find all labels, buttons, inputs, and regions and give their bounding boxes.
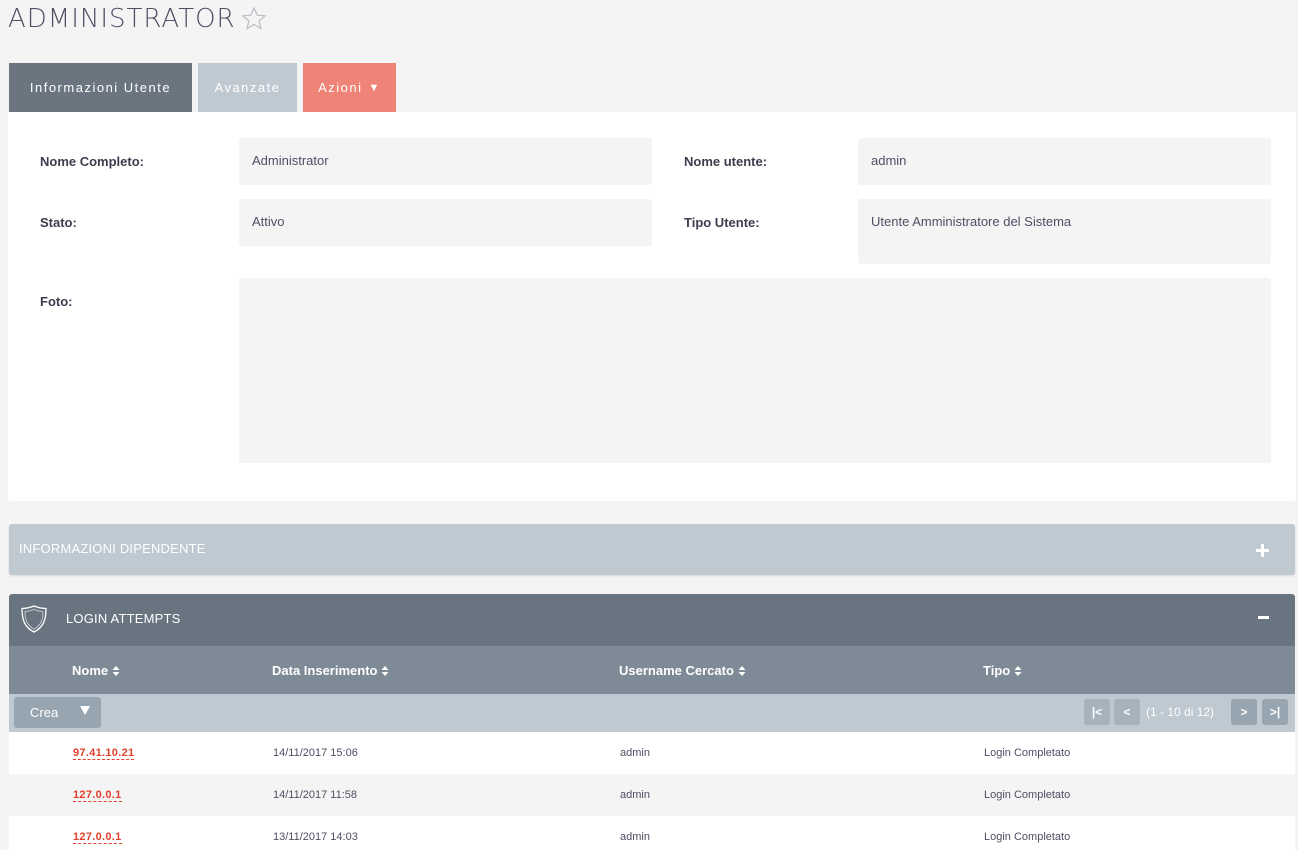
page-header: ADMINISTRATOR	[8, 3, 268, 35]
column-header-username-cercato[interactable]: Username Cercato	[619, 663, 746, 678]
table-header: Nome Data Inserimento Username Cercato T…	[9, 646, 1295, 694]
column-label: Data Inserimento	[272, 663, 378, 678]
status-field[interactable]: Attivo	[239, 199, 652, 246]
pagination-info: (1 - 10 di 12)	[1146, 705, 1215, 719]
previous-page-button[interactable]: <	[1114, 699, 1140, 725]
last-page-button[interactable]: >|	[1262, 699, 1288, 725]
plus-icon[interactable]	[1256, 544, 1269, 557]
employee-info-panel[interactable]: INFORMAZIONI DIPENDENTE	[9, 524, 1295, 575]
shield-icon	[21, 605, 47, 633]
create-label: Crea	[30, 705, 59, 720]
row-type: Login Completato	[984, 789, 1071, 801]
column-header-data-inserimento[interactable]: Data Inserimento	[272, 663, 389, 678]
actions-label: Azioni	[318, 80, 363, 95]
row-date: 14/11/2017 11:58	[273, 789, 358, 801]
row-name-link[interactable]: 97.41.10.21	[73, 747, 135, 760]
minus-icon[interactable]	[1258, 616, 1269, 619]
row-username: admin	[620, 831, 650, 843]
row-date: 14/11/2017 15:06	[273, 747, 358, 759]
next-page-button[interactable]: >	[1231, 699, 1257, 725]
column-header-tipo[interactable]: Tipo	[983, 663, 1022, 678]
row-type: Login Completato	[984, 831, 1071, 843]
full-name-label: Nome Completo:	[40, 154, 144, 169]
login-attempts-title: LOGIN ATTEMPTS	[66, 611, 181, 626]
table-row[interactable]: 127.0.0.1 14/11/2017 11:58 admin Login C…	[9, 774, 1295, 816]
table-row[interactable]: 127.0.0.1 13/11/2017 14:03 admin Login C…	[9, 816, 1295, 850]
sort-icon[interactable]	[381, 665, 389, 676]
photo-label: Foto:	[40, 294, 73, 309]
user-type-field[interactable]: Utente Amministratore del Sistema	[858, 199, 1271, 264]
column-header-nome[interactable]: Nome	[72, 663, 120, 678]
full-name-field[interactable]: Administrator	[239, 138, 652, 185]
row-name-link[interactable]: 127.0.0.1	[73, 789, 122, 802]
sort-icon[interactable]	[1014, 665, 1022, 676]
page-title: ADMINISTRATOR	[8, 4, 236, 34]
user-detail-panel: Nome Completo: Administrator Nome utente…	[8, 112, 1296, 501]
tab-informazioni-utente[interactable]: Informazioni Utente	[9, 63, 192, 112]
actions-dropdown-button[interactable]: Azioni ▼	[303, 63, 396, 112]
status-label: Stato:	[40, 215, 77, 230]
sort-icon[interactable]	[112, 665, 120, 676]
sort-icon[interactable]	[738, 665, 746, 676]
row-date: 13/11/2017 14:03	[273, 831, 358, 843]
subpanel-toolbar: Crea |< < (1 - 10 di 12) > >|	[9, 694, 1295, 732]
login-attempts-header[interactable]: LOGIN ATTEMPTS	[9, 594, 1295, 646]
row-username: admin	[620, 747, 650, 759]
row-type: Login Completato	[984, 747, 1071, 759]
star-icon[interactable]	[240, 5, 268, 33]
create-button[interactable]: Crea	[14, 697, 101, 728]
row-username: admin	[620, 789, 650, 801]
username-field[interactable]: admin	[858, 138, 1271, 185]
tab-avanzate[interactable]: Avanzate	[198, 63, 297, 112]
user-type-label: Tipo Utente:	[684, 215, 760, 230]
caret-down-icon[interactable]	[80, 706, 90, 715]
row-name-link[interactable]: 127.0.0.1	[73, 831, 122, 844]
column-label: Nome	[72, 663, 109, 678]
first-page-button[interactable]: |<	[1084, 699, 1110, 725]
table-row[interactable]: 97.41.10.21 14/11/2017 15:06 admin Login…	[9, 732, 1295, 774]
username-label: Nome utente:	[684, 154, 768, 169]
detail-tabs: Informazioni Utente Avanzate Azioni ▼	[9, 63, 402, 112]
photo-field[interactable]	[239, 278, 1271, 463]
employee-info-title: INFORMAZIONI DIPENDENTE	[19, 541, 206, 556]
caret-down-icon: ▼	[368, 81, 381, 94]
column-label: Username Cercato	[619, 663, 734, 678]
column-label: Tipo	[983, 663, 1011, 678]
